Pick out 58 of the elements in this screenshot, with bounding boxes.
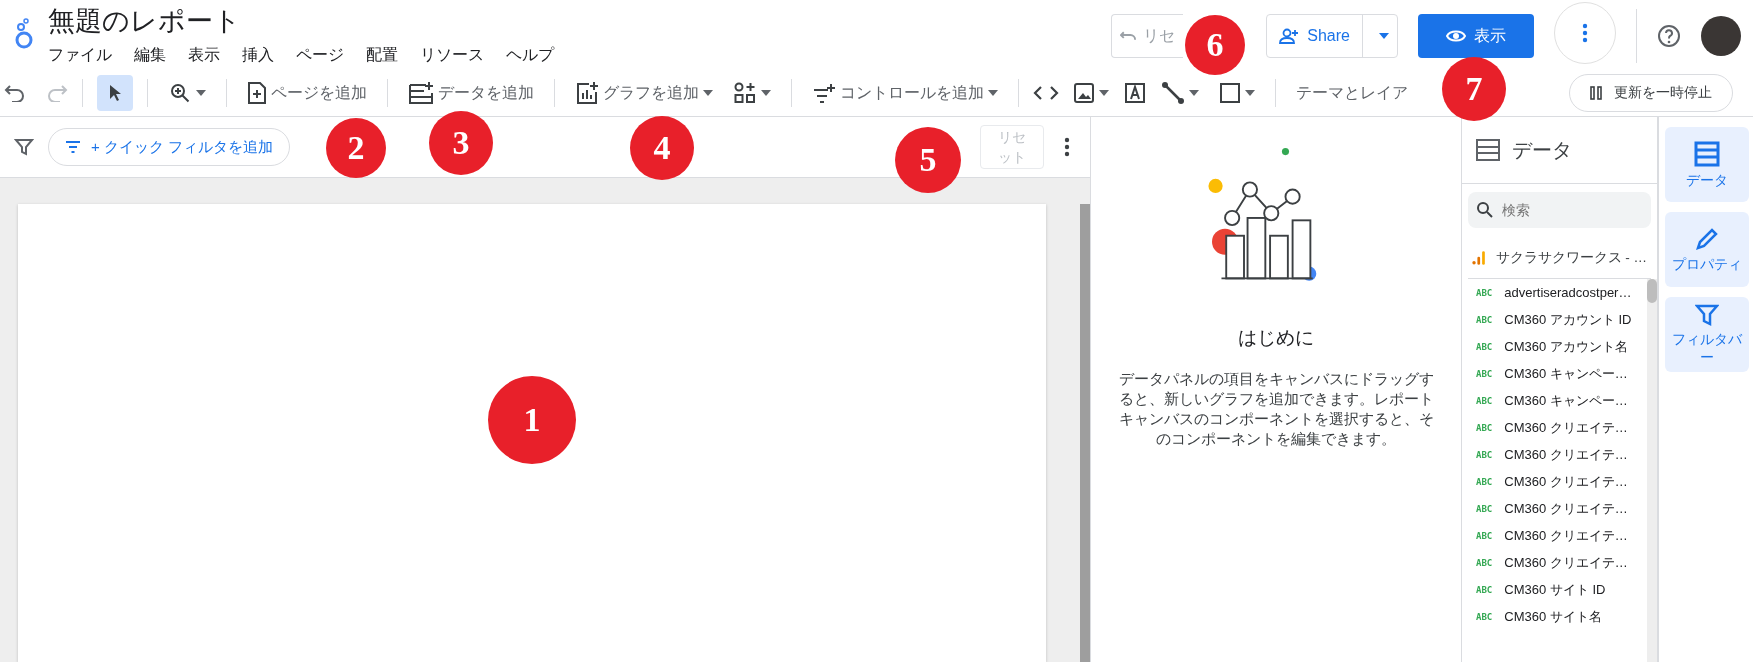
field-type-label: ABC <box>1476 287 1493 298</box>
rail-tab[interactable]: プロパティ <box>1665 212 1749 287</box>
field-name[interactable]: CM360 サイト名 <box>1504 607 1602 626</box>
field-type-label: ABC <box>1476 341 1493 352</box>
field-name[interactable]: CM360 アカウント名 <box>1504 337 1628 356</box>
field-name[interactable]: CM360 クリエイテ… <box>1504 499 1628 518</box>
pause-button[interactable]: 更新を一時停止 <box>1569 74 1733 112</box>
menu-item[interactable]: 挿入 <box>242 45 274 66</box>
field-type-label: ABC <box>1476 422 1493 433</box>
menu-item[interactable]: リソース <box>420 45 484 66</box>
report-title[interactable]: 無題のレポート <box>48 3 576 39</box>
menu-item[interactable]: ヘルプ <box>506 45 554 66</box>
field-type-label: ABC <box>1476 395 1493 406</box>
field-type-label: ABC <box>1476 503 1493 514</box>
field-name[interactable]: CM360 サイト ID <box>1504 580 1606 599</box>
field-type-label: ABC <box>1476 530 1493 541</box>
field-name[interactable]: CM360 クリエイテ… <box>1504 445 1628 464</box>
field-name[interactable]: CM360 アカウント ID <box>1504 310 1632 329</box>
field-name[interactable]: CM360 キャンペー… <box>1504 364 1628 383</box>
number-marker: 3 <box>429 111 493 175</box>
field-type-label: ABC <box>1476 449 1493 460</box>
field-name[interactable]: CM360 クリエイテ… <box>1504 526 1628 545</box>
add-chart-button[interactable]: グラフを追加 <box>569 75 719 111</box>
number-marker: 6 <box>1185 15 1245 75</box>
field-type-label: ABC <box>1476 557 1493 568</box>
number-marker: 2 <box>326 118 386 178</box>
menu-item[interactable]: 表示 <box>188 45 220 66</box>
field-name[interactable]: CM360 クリエイテ… <box>1504 472 1628 491</box>
view-button[interactable]: 表示 <box>1418 14 1534 58</box>
theme-button[interactable]: テーマとレイア <box>1290 76 1414 110</box>
field-type-label: ABC <box>1476 611 1493 622</box>
rail-tab[interactable]: データ <box>1665 127 1749 202</box>
field-type-label: ABC <box>1476 368 1493 379</box>
share-button[interactable]: Share <box>1266 14 1398 58</box>
search-field[interactable]: 検索 <box>1468 192 1651 228</box>
field-name[interactable]: CM360 クリエイテ… <box>1504 418 1628 437</box>
field-type-label: ABC <box>1476 476 1493 487</box>
menu-item[interactable]: ファイル <box>48 45 112 66</box>
panel-title: データ <box>1512 137 1572 163</box>
field-type-label: ABC <box>1476 314 1493 325</box>
field-name[interactable]: advertiseradcostper… <box>1504 285 1632 300</box>
getting-started-text: データパネルの項目をキャンバスにドラッグすると、新しいグラフを追加できます。レポートキャンバスのコンポーネントを選択すると、そのコンポーネントを編集できます。 <box>1117 370 1435 449</box>
field-name[interactable]: CM360 キャンペー… <box>1504 391 1628 410</box>
menu-item[interactable]: 編集 <box>134 45 166 66</box>
rail-tab[interactable]: フィルタバー <box>1665 297 1749 372</box>
field-type-label: ABC <box>1476 584 1493 595</box>
data-source-name[interactable]: サクラサクワークス - … <box>1495 249 1647 267</box>
add-control-button[interactable]: コントロールを追加 <box>806 76 1004 110</box>
menu-item[interactable]: ページ <box>296 45 344 66</box>
number-marker: 4 <box>630 116 694 180</box>
menu-item[interactable]: 配置 <box>366 45 398 66</box>
number-marker: 7 <box>1442 57 1506 121</box>
field-name[interactable]: CM360 クリエイテ… <box>1504 553 1628 572</box>
add-page-button[interactable]: ページを追加 <box>241 75 373 111</box>
number-marker: 5 <box>895 127 961 193</box>
add-data-button[interactable]: データを追加 <box>402 75 540 111</box>
getting-started-title: はじめに <box>1238 326 1314 350</box>
quick-filter-button[interactable]: + クイック フィルタを追加 <box>48 128 291 166</box>
